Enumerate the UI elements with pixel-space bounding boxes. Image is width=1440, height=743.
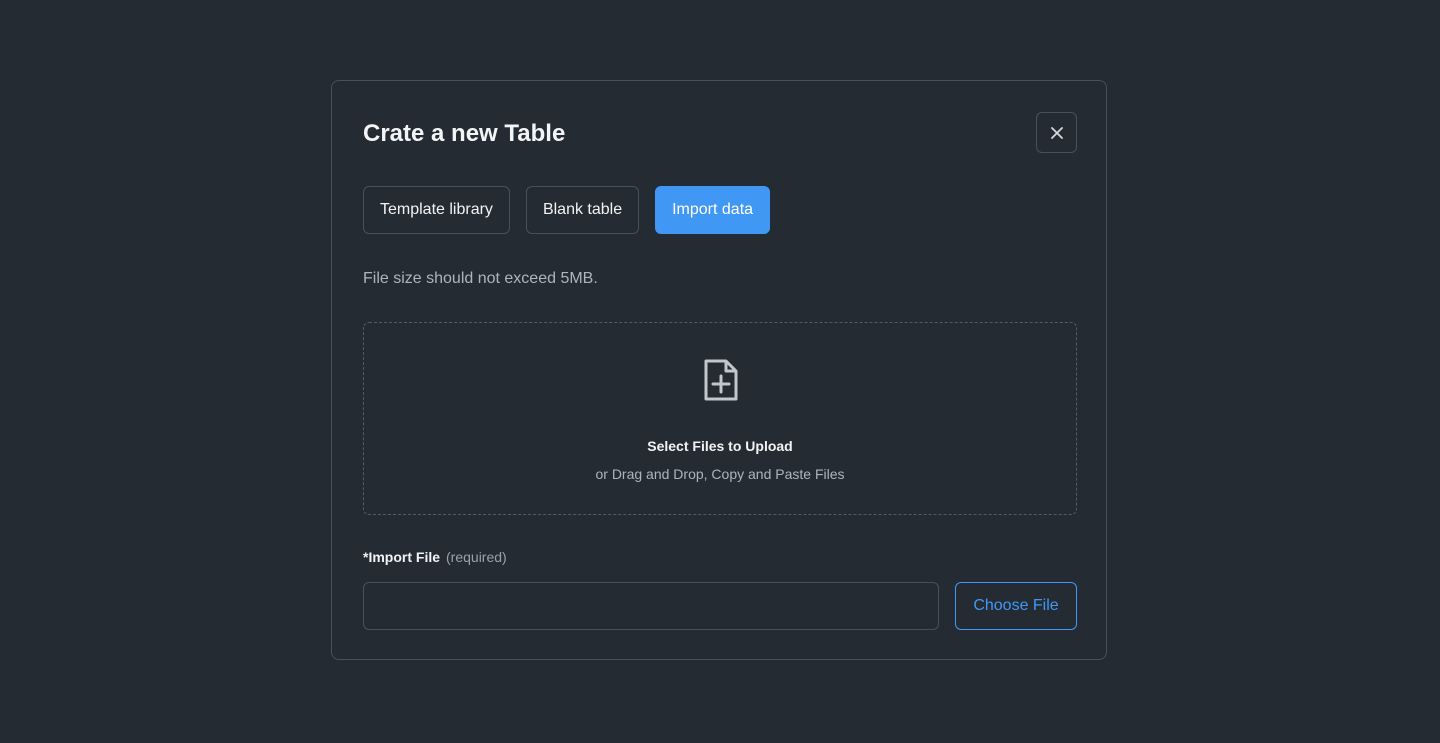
required-note: (required) bbox=[446, 549, 507, 565]
tab-bar: Template library Blank table Import data bbox=[363, 186, 771, 234]
close-icon bbox=[1050, 126, 1063, 139]
file-size-hint: File size should not exceed 5MB. bbox=[363, 270, 598, 287]
import-file-label-text: *Import File bbox=[363, 549, 441, 565]
dropzone-title: Select Files to Upload bbox=[647, 438, 793, 454]
import-file-input[interactable] bbox=[363, 582, 939, 630]
close-button[interactable] bbox=[1036, 112, 1077, 153]
tab-blank-table[interactable]: Blank table bbox=[525, 186, 640, 234]
file-plus-icon bbox=[704, 359, 738, 401]
choose-file-button[interactable]: Choose File bbox=[955, 582, 1077, 630]
create-table-modal: Crate a new Table Template library Blank… bbox=[331, 80, 1107, 660]
file-dropzone[interactable]: Select Files to Upload or Drag and Drop,… bbox=[363, 322, 1077, 515]
tab-template-library[interactable]: Template library bbox=[363, 186, 510, 234]
dropzone-subtitle: or Drag and Drop, Copy and Paste Files bbox=[595, 466, 845, 482]
tab-import-data[interactable]: Import data bbox=[655, 186, 771, 234]
modal-title: Crate a new Table bbox=[363, 120, 566, 147]
import-file-label: *Import File (required) bbox=[363, 548, 507, 566]
